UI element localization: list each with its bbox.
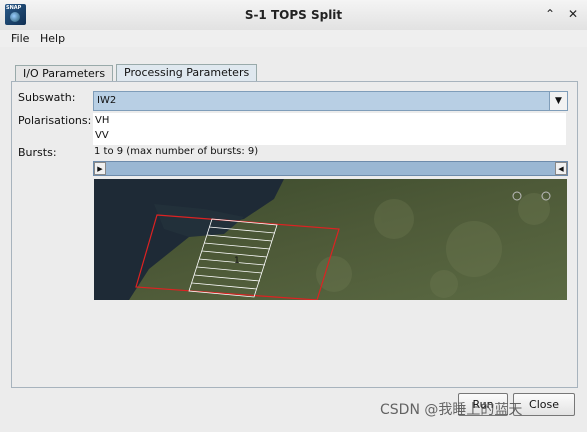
polarisations-label: Polarisations: <box>18 114 92 127</box>
bursts-range-slider[interactable]: ▶ ◀ <box>93 161 568 176</box>
list-item-vv[interactable]: VV <box>95 130 109 141</box>
chevron-down-icon[interactable]: ▼ <box>549 92 567 110</box>
menu-bar: File Help <box>0 30 587 47</box>
list-item-vh[interactable]: VH <box>95 115 109 126</box>
subswath-label: Subswath: <box>18 91 76 104</box>
slider-right-handle[interactable]: ◀ <box>555 162 567 175</box>
minimize-icon[interactable]: ⌃ <box>545 7 555 21</box>
subswath-select[interactable]: IW2 ▼ <box>93 91 568 111</box>
burst-number-label: 1 <box>234 256 240 266</box>
burst-map-preview[interactable]: 1 <box>94 179 567 300</box>
menu-help[interactable]: Help <box>40 32 65 45</box>
window-title: S-1 TOPS Split <box>244 8 343 22</box>
close-icon[interactable]: ✕ <box>568 7 578 21</box>
slider-left-handle[interactable]: ▶ <box>94 162 106 175</box>
menu-file[interactable]: File <box>11 32 29 45</box>
bursts-label: Bursts: <box>18 146 57 159</box>
csdn-watermark: CSDN @我睡上的蓝天 <box>380 402 523 418</box>
tab-io-parameters[interactable]: I/O Parameters <box>15 65 114 82</box>
title-bar: SNAP S-1 TOPS Split ⌃ ✕ <box>0 0 587 31</box>
map-svg: 1 <box>94 179 567 300</box>
subswath-value: IW2 <box>97 95 117 106</box>
polarisations-list[interactable]: VH VV <box>93 113 566 145</box>
bursts-range-text: 1 to 9 (max number of bursts: 9) <box>94 146 259 157</box>
